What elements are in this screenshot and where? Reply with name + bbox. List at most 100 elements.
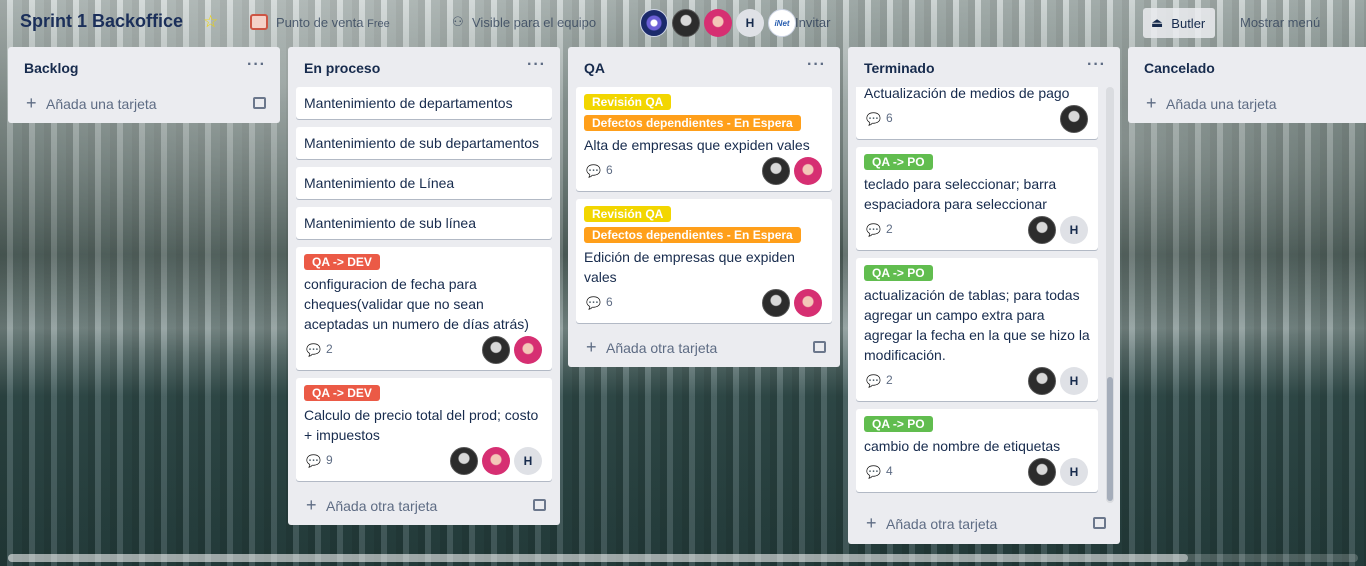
member-avatar[interactable] [450,447,478,475]
list-title[interactable]: Backlog [24,60,78,76]
list-menu-icon[interactable]: ··· [1087,56,1106,74]
card-template-icon[interactable] [533,499,546,511]
card-label[interactable]: QA -> PO [864,154,933,170]
butler-button[interactable]: ⏏ Butler [1143,8,1216,38]
list-qa: QA ··· Revisión QA Defectos dependientes… [568,47,840,367]
butler-label: Butler [1171,15,1206,31]
member-avatar[interactable] [794,289,822,317]
card-title: Mantenimiento de Línea [304,175,455,191]
star-icon[interactable]: ☆ [203,12,218,32]
card-label[interactable]: Revisión QA [584,206,672,222]
card[interactable]: QA -> DEV Calculo de precio total del pr… [296,378,552,481]
card-title: teclado para seleccionar; barra espaciad… [864,176,1057,212]
member-avatar[interactable] [704,9,732,37]
card[interactable]: Mantenimiento de sub línea [296,207,552,239]
list-menu-icon[interactable]: ··· [807,56,826,74]
list-header: Terminado ··· [848,47,1120,87]
add-card-label: Añada una tarjeta [1166,96,1277,112]
member-avatar[interactable] [762,289,790,317]
member-avatar[interactable] [794,157,822,185]
card[interactable]: Actualización de medios de pago 💬 6 [856,87,1098,139]
member-avatar[interactable] [1028,367,1056,395]
board-scrollbar-thumb[interactable] [8,554,1188,562]
list-header: En proceso ··· [288,47,560,87]
member-avatar[interactable]: H [1060,216,1088,244]
card-title: cambio de nombre de etiquetas [864,438,1061,454]
card[interactable]: QA -> PO cambio de nombre de etiquetas 💬… [856,409,1098,492]
member-avatar[interactable] [482,447,510,475]
list-title[interactable]: En proceso [304,60,380,76]
card-template-icon[interactable] [1093,517,1106,529]
add-card-button[interactable]: + Añada una tarjeta [1128,87,1366,123]
member-avatar[interactable]: iNet [768,9,796,37]
list-cancelado: Cancelado + Añada una tarjeta [1128,47,1366,123]
card[interactable]: QA -> DEV configuracion de fecha para ch… [296,247,552,370]
member-avatar[interactable] [1028,458,1056,486]
list-en-proceso: En proceso ··· Mantenimiento de departam… [288,47,560,525]
list-header: Backlog ··· [8,47,280,87]
member-avatar[interactable] [482,336,510,364]
list-scrollbar-thumb[interactable] [1107,377,1113,501]
card[interactable]: QA -> PO teclado para seleccionar; barra… [856,147,1098,250]
plus-icon: + [586,337,597,357]
card[interactable]: Mantenimiento de departamentos [296,87,552,119]
member-avatar[interactable] [1028,216,1056,244]
plus-icon: + [306,495,317,515]
card-template-icon[interactable] [813,341,826,353]
board-title[interactable]: Sprint 1 Backoffice [20,11,183,32]
add-card-button[interactable]: + Añada otra tarjeta [568,331,840,367]
card[interactable]: Mantenimiento de Línea [296,167,552,199]
plus-icon: + [26,93,37,113]
add-card-button[interactable]: + Añada otra tarjeta [288,489,560,525]
comment-icon: 💬 [306,454,321,468]
comment-count: 6 [606,295,613,309]
member-avatar[interactable]: H [1060,458,1088,486]
member-avatar[interactable] [1060,105,1088,133]
card-label[interactable]: QA -> DEV [304,385,380,401]
list-title[interactable]: QA [584,60,605,76]
card-label[interactable]: QA -> PO [864,416,933,432]
list-menu-icon[interactable]: ··· [247,56,266,74]
member-avatar[interactable] [514,336,542,364]
list-scrollbar[interactable] [1106,87,1114,503]
board-header: Sprint 1 Backoffice ☆ Punto de venta Fre… [0,0,1366,46]
comment-icon: 💬 [586,296,601,310]
card-label[interactable]: Defectos dependientes - En Espera [584,115,801,131]
member-avatar[interactable] [672,9,700,37]
invite-button[interactable]: Invitar [795,15,830,30]
card[interactable]: Revisión QA Defectos dependientes - En E… [576,199,832,323]
card-label[interactable]: Revisión QA [584,94,672,110]
board-horizontal-scrollbar[interactable] [8,554,1358,562]
card[interactable]: Revisión QA Defectos dependientes - En E… [576,87,832,191]
member-avatar[interactable]: H [514,447,542,475]
team-button[interactable]: Punto de venta Free [276,15,390,30]
add-card-button[interactable]: + Añada una tarjeta [8,87,280,123]
comment-icon: 💬 [866,374,881,388]
card[interactable]: Mantenimiento de sub departamentos [296,127,552,159]
butler-icon: ⏏ [1151,15,1164,30]
comment-icon: 💬 [866,465,881,479]
member-avatar[interactable] [640,9,668,37]
visibility-button[interactable]: Visible para el equipo [472,15,596,30]
card[interactable]: QA -> PO actualización de tablas; para t… [856,258,1098,401]
card-title: configuracion de fecha para cheques(vali… [304,276,529,332]
list-cards-viewport[interactable]: Actualización de medios de pago 💬 6 QA -… [848,87,1106,504]
card-label[interactable]: QA -> PO [864,265,933,281]
member-avatar[interactable]: H [1060,367,1088,395]
list-menu-icon[interactable]: ··· [527,56,546,74]
plus-icon: + [866,513,877,533]
list-title[interactable]: Terminado [864,60,935,76]
card-label[interactable]: Defectos dependientes - En Espera [584,227,801,243]
list-title[interactable]: Cancelado [1144,60,1215,76]
comment-count: 6 [886,111,893,125]
show-menu-button[interactable]: Mostrar menú [1240,15,1320,30]
add-card-button[interactable]: + Añada otra tarjeta [848,507,1120,543]
member-avatar[interactable] [762,157,790,185]
card-title: actualización de tablas; para todas agre… [864,287,1090,363]
member-avatar[interactable]: H [736,9,764,37]
comment-count: 2 [326,342,333,356]
card-template-icon[interactable] [253,97,266,109]
card-label[interactable]: QA -> DEV [304,254,380,270]
comment-icon: 💬 [586,164,601,178]
team-icon [250,14,268,30]
